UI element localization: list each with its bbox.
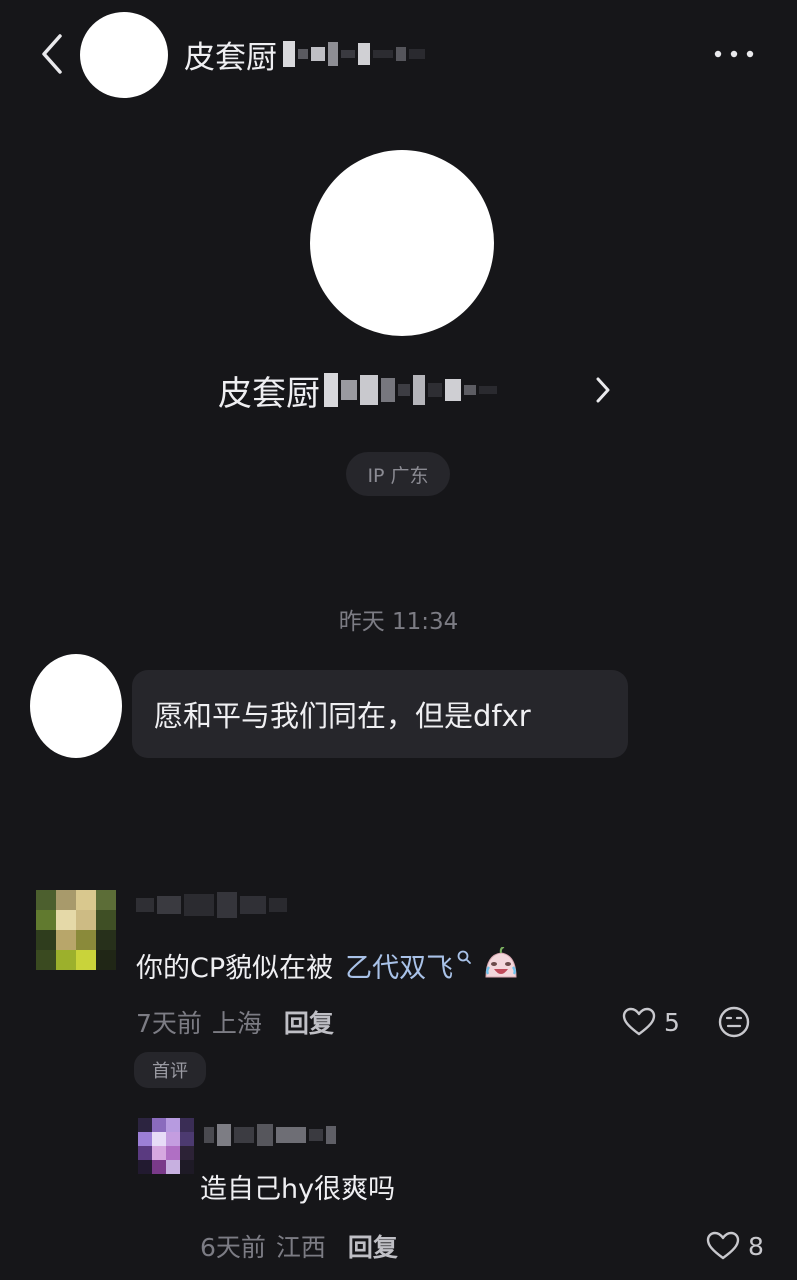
profile-avatar[interactable] [310,150,494,336]
redacted-name [283,41,425,67]
comment-text-prefix: 你的CP貌似在被 [136,952,334,984]
chevron-left-icon [42,34,62,74]
reply-location: 江西 [275,1233,326,1262]
profile-name: 皮套厨 [218,373,320,414]
crying-laughing-emoji [485,947,517,978]
message-bubble[interactable]: 愿和平与我们同在，但是dfxr [132,670,628,758]
reply-like-count: 8 [748,1231,764,1261]
redacted-profile-name [324,373,497,407]
ip-location-badge: IP 广东 [346,452,450,496]
profile-name-row[interactable]: 皮套厨 [218,362,618,418]
redacted-replier-name [204,1124,336,1146]
back-button[interactable] [34,30,70,78]
search-keyword: 乙代双飞 [345,952,454,984]
heart-icon [706,1231,740,1260]
chat-timestamp: 昨天 11:34 [338,609,459,635]
header-title: 皮套厨 [184,39,277,76]
like-count: 5 [664,1007,680,1037]
search-keyword-link[interactable]: 乙代双飞 [345,946,472,985]
comment-meta: 7天前 上海 回复 [136,1004,334,1040]
header-title-row[interactable]: 皮套厨 [184,30,425,78]
like-button[interactable]: 5 [622,1004,680,1040]
reply-time: 6天前 [200,1233,266,1262]
more-horizontal-icon [714,50,754,58]
heart-icon [622,1007,656,1036]
reply-to-reply-button[interactable]: 回复 [348,1228,398,1264]
reply-text: 造自己hy很爽吗 [200,1174,396,1205]
commenter-avatar[interactable] [36,890,116,970]
search-icon [457,950,472,964]
first-comment-badge: 首评 [134,1052,206,1088]
more-button[interactable] [710,40,758,68]
sender-avatar[interactable] [30,654,122,758]
comment-location: 上海 [211,1009,262,1038]
comment-text: 你的CP貌似在被 乙代双飞 [136,945,520,985]
reply-like-button[interactable]: 8 [706,1228,764,1264]
comment-time: 7天前 [136,1009,202,1038]
replier-avatar[interactable] [138,1118,194,1174]
reply-meta: 6天前 江西 回复 [200,1228,398,1264]
chevron-right-icon [596,377,610,403]
emoji-reaction-icon [718,1006,750,1038]
header-avatar[interactable] [80,12,168,98]
redacted-commenter-name [136,892,287,918]
reaction-button[interactable] [716,1004,752,1040]
reply-button[interactable]: 回复 [284,1004,334,1040]
